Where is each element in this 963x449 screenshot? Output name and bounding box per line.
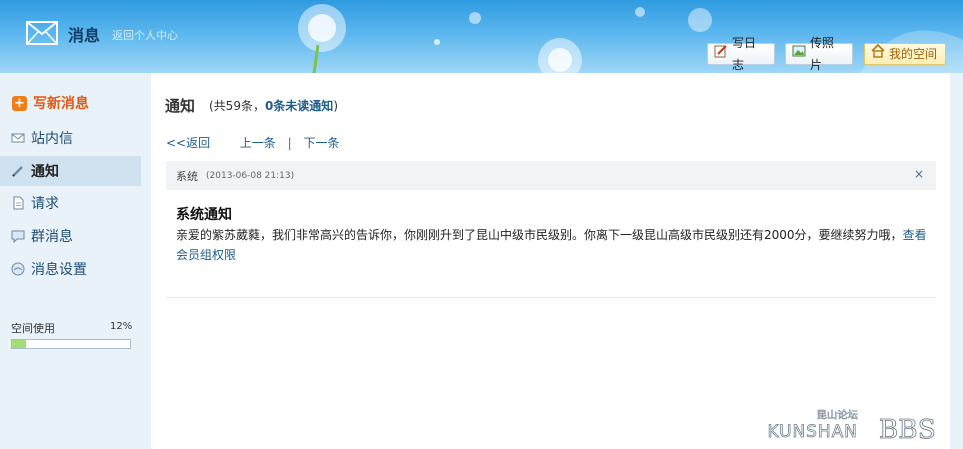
watermark-en: KUNSHAN [767, 422, 857, 441]
divider [166, 297, 936, 298]
message-body: 亲爱的紫苏葳蕤，我们非常高兴的告诉你，你刚刚升到了昆山中级市民级别。你离下一级昆… [176, 225, 936, 265]
kunshan-bbs-watermark: 昆山论坛 KUNSHAN BBS [767, 408, 936, 441]
count-prefix: (共59条， [209, 99, 265, 113]
unread-count-link[interactable]: 0条未读通知 [265, 99, 333, 113]
next-link[interactable]: 下一条 [304, 136, 340, 150]
envelope-logo-icon [26, 21, 58, 45]
write-blog-button[interactable]: 写日志 [707, 36, 775, 72]
notification-count: (共59条，0条未读通知) [209, 97, 338, 114]
message-text: 亲爱的紫苏葳蕤，我们非常高兴的告诉你，你刚刚升到了昆山中级市民级别。你离下一级昆… [176, 228, 903, 242]
pencil-icon [11, 164, 25, 178]
header-title: 消息 [68, 26, 101, 45]
settings-icon [11, 262, 25, 276]
main-content: 通知 (共59条，0条未读通知) <<返回 上一条 | 下一条 系统 (2013… [151, 73, 950, 449]
header: 消息 返回个人中心 写日志 传照片 我的空间 [0, 0, 963, 73]
photo-icon [792, 43, 806, 65]
upload-photo-button[interactable]: 传照片 [785, 36, 853, 72]
space-usage-bar [11, 339, 131, 349]
edit-icon [714, 43, 728, 65]
sidebar-item-label: 消息设置 [31, 262, 87, 278]
right-margin [950, 73, 963, 449]
document-icon [11, 196, 25, 210]
message-pager: <<返回 上一条 | 下一条 [166, 134, 340, 151]
message-timestamp: (2013-06-08 21:13) [206, 170, 295, 181]
close-icon[interactable]: × [914, 167, 924, 181]
plus-icon: + [12, 95, 27, 111]
count-suffix: ) [333, 99, 338, 113]
watermark-bbs: BBS [879, 414, 936, 441]
my-space-label: 我的空间 [889, 47, 938, 61]
sidebar-item-inbox[interactable]: 站内信 [0, 123, 141, 153]
watermark-cn: 昆山论坛 [817, 408, 859, 421]
space-usage-label: 空间使用 [11, 322, 55, 335]
home-icon [871, 43, 885, 65]
back-to-profile-link[interactable]: 返回个人中心 [112, 27, 178, 43]
message-title: 系统通知 [176, 207, 232, 223]
sidebar-item-notifications[interactable]: 通知 [0, 156, 141, 186]
sidebar-item-message-settings[interactable]: 消息设置 [0, 254, 141, 284]
envelope-icon [11, 131, 25, 145]
sidebar-item-label: 通知 [31, 164, 59, 180]
write-blog-label: 写日志 [732, 36, 757, 72]
my-space-button[interactable]: 我的空间 [864, 43, 946, 65]
pager-separator: | [287, 136, 292, 150]
upload-photo-label: 传照片 [810, 36, 835, 72]
sidebar-item-label: 群消息 [31, 229, 73, 245]
sidebar-item-group-messages[interactable]: 群消息 [0, 221, 141, 251]
back-link[interactable]: <<返回 [166, 136, 210, 150]
previous-link[interactable]: 上一条 [240, 136, 276, 150]
sidebar-item-label: 请求 [31, 196, 59, 212]
message-sender: 系统 [176, 169, 198, 183]
page-title: 通知 [165, 97, 196, 115]
chat-icon [11, 229, 25, 244]
message-header: 系统 (2013-06-08 21:13) × [166, 161, 936, 190]
sidebar: + 写新消息 站内信 通知 请求 群消息 消息设置 空间使用 12% [0, 73, 151, 449]
space-usage-fill [12, 340, 27, 348]
sidebar-item-label: 站内信 [31, 131, 73, 147]
space-usage-percent: 12% [110, 321, 133, 332]
compose-label: 写新消息 [33, 96, 89, 112]
sidebar-item-requests[interactable]: 请求 [0, 188, 141, 218]
compose-message-button[interactable]: + 写新消息 [12, 93, 89, 113]
